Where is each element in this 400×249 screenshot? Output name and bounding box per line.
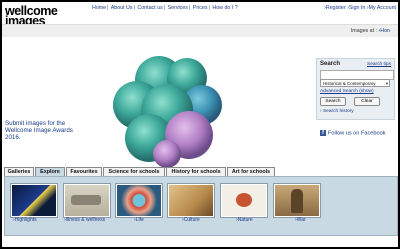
highlights-link[interactable]: ›Highlights [13, 217, 37, 223]
thumbnail-detail [71, 195, 101, 205]
chevron-right-icon: › [320, 109, 322, 114]
culture-link[interactable]: ›Culture [182, 217, 200, 223]
nav-prices[interactable]: Prices [193, 5, 208, 11]
tab-art-for-schools[interactable]: Art for schools [227, 167, 275, 176]
war-thumbnail[interactable] [274, 184, 320, 217]
nav-how-do-i[interactable]: How do I ? [212, 5, 237, 11]
highlights-thumbnail[interactable] [11, 184, 57, 217]
nav-separator: | [188, 5, 191, 11]
nature-label: Nature [237, 217, 253, 223]
life-thumbnail[interactable] [116, 184, 162, 217]
life-link[interactable]: ›Life [134, 217, 144, 223]
illness-wellness-link[interactable]: ›Illness & wellness [64, 217, 105, 223]
images-at-label: Images at : [350, 28, 378, 34]
register-link[interactable]: Register [326, 5, 346, 11]
search-title: Search [320, 61, 341, 67]
wellcome-images-logo[interactable]: wellcome images [5, 5, 65, 28]
images-at-link[interactable]: Hon [380, 28, 390, 34]
tab-history-for-schools[interactable]: History for schools [166, 167, 226, 176]
header-bar [2, 24, 398, 38]
nature-thumbnail[interactable] [221, 184, 267, 217]
cell-embryo-image[interactable] [107, 50, 227, 168]
facebook-label: Follow us on Facebook [328, 130, 386, 137]
search-history-link[interactable]: › Search history [320, 109, 354, 114]
my-account-link[interactable]: My Account [369, 5, 396, 11]
image-awards-promo-link[interactable]: Submit images for the Wellcome Image Awa… [5, 120, 85, 141]
tab-galleries[interactable]: Galleries [4, 167, 34, 176]
collection-select-value: Historical & Contemporary [323, 81, 376, 86]
tab-favourites[interactable]: Favourites [66, 167, 102, 176]
search-panel: Search Search tips Historical & Contempo… [316, 58, 395, 120]
war-label: War [296, 217, 306, 223]
signin-link[interactable]: Sign In [349, 5, 366, 11]
nav-contact-us[interactable]: Contact us [137, 5, 162, 11]
nav-home[interactable]: Home [92, 5, 106, 11]
culture-thumbnail[interactable] [168, 184, 214, 217]
tab-explore[interactable]: Explore [35, 167, 65, 176]
war-link[interactable]: ›War [295, 217, 306, 223]
nav-separator: | [208, 5, 210, 11]
collection-select[interactable]: Historical & Contemporary ▾ [320, 79, 390, 87]
top-navigation: Home| About Us| Contact us| Services| Pr… [92, 5, 238, 11]
nav-about-us[interactable]: About Us [111, 5, 133, 11]
thumbnail-detail [291, 189, 303, 213]
life-label: Life [135, 217, 144, 223]
nav-separator: | [133, 5, 135, 11]
search-tips-link[interactable]: Search tips [367, 62, 391, 67]
clear-button[interactable]: Clear [354, 97, 380, 106]
thumbnail-detail [236, 193, 252, 207]
account-links: ›Register ›Sign In ›My Account [324, 5, 396, 11]
facebook-follow-link[interactable]: f Follow us on Facebook [320, 130, 386, 136]
search-history-label: Search history [322, 109, 354, 114]
advanced-search-link[interactable]: Advanced Search (show) [320, 89, 374, 94]
nav-separator: | [163, 5, 166, 11]
facebook-icon: f [320, 130, 326, 136]
search-button[interactable]: Search [320, 97, 346, 106]
chevron-down-icon: ▾ [385, 81, 388, 86]
nav-separator: | [107, 5, 109, 11]
explore-panel: ›Highlights ›Illness & wellness ›Life ›C… [4, 176, 398, 236]
images-at: Images at : ›Hon [351, 28, 390, 34]
illness-wellness-label: Illness & wellness [65, 217, 106, 223]
tab-science-for-schools[interactable]: Science for schools [103, 167, 165, 176]
page: wellcome images Home| About Us| Contact … [2, 2, 398, 247]
nav-services[interactable]: Services [168, 5, 188, 11]
highlights-label: Highlights [14, 217, 37, 223]
nature-link[interactable]: ›Nature [236, 217, 253, 223]
illness-wellness-thumbnail[interactable] [64, 184, 110, 217]
culture-label: Culture [183, 217, 200, 223]
